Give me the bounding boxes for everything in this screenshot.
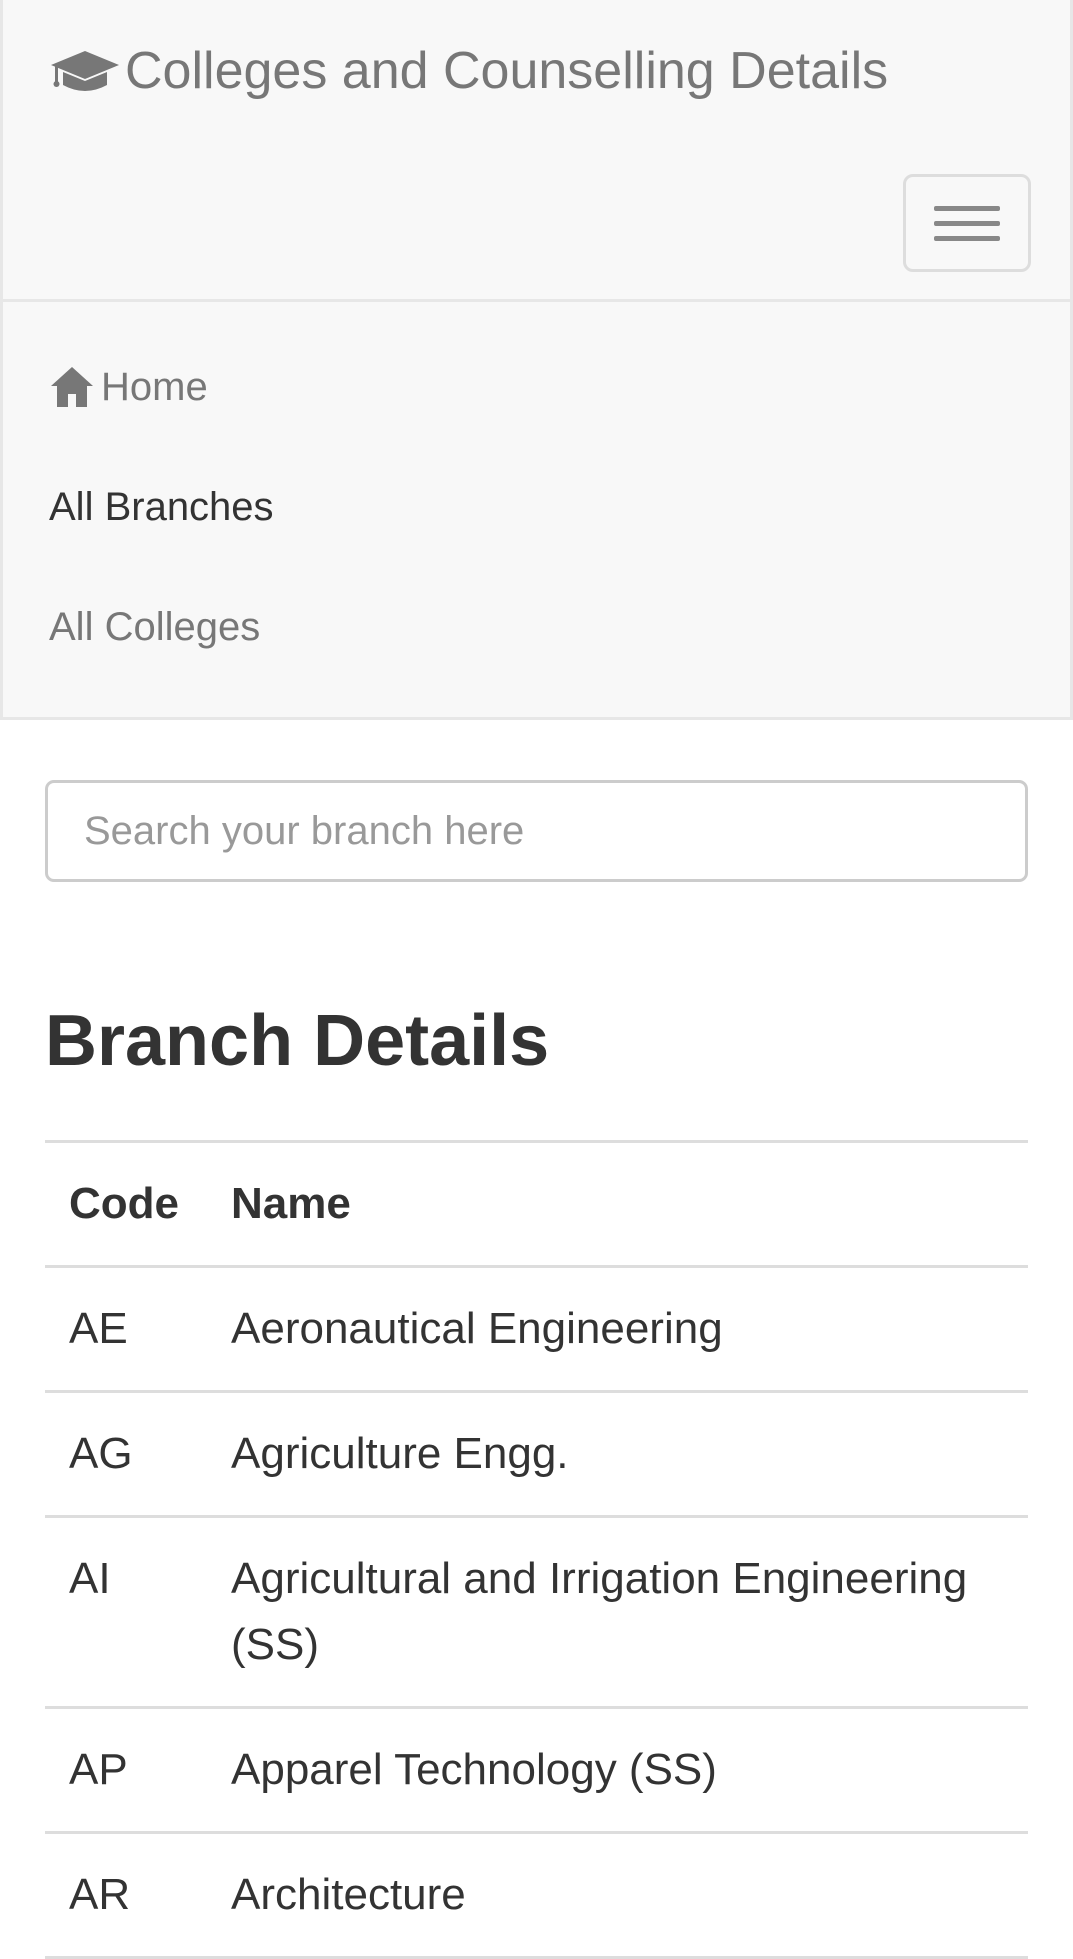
branch-name: Agriculture Engg. [207, 1391, 1028, 1518]
branch-table: Code Name AE Aeronautical Engineering AG… [45, 1140, 1028, 1959]
search-wrapper [45, 720, 1028, 882]
hamburger-icon-bar [934, 220, 1000, 226]
nav-item-all-colleges[interactable]: All Colleges [3, 567, 1070, 687]
branch-code: AG [45, 1391, 207, 1518]
table-row: AE Aeronautical Engineering [45, 1266, 1028, 1393]
branch-code: AE [45, 1266, 207, 1393]
nav-item-home-label: Home [101, 364, 208, 409]
branch-name: Apparel Technology (SS) [207, 1707, 1028, 1834]
table-header-row: Code Name [45, 1141, 1028, 1268]
main-container: Branch Details Code Name AE Aeronautical… [0, 720, 1073, 1959]
branch-name: Aeronautical Engineering [207, 1266, 1028, 1393]
graduation-cap-icon [49, 43, 121, 99]
menu-toggle-button[interactable] [903, 174, 1031, 272]
nav-item-all-colleges-label: All Colleges [49, 604, 261, 649]
branch-code: AR [45, 1832, 207, 1959]
brand-title: Colleges and Counselling Details [125, 42, 889, 100]
table-row: AI Agricultural and Irrigation Engineeri… [45, 1516, 1028, 1709]
nav-item-home[interactable]: Home [3, 327, 1070, 447]
branch-search-input[interactable] [45, 780, 1028, 882]
branch-name: Agricultural and Irrigation Engineering … [207, 1516, 1028, 1709]
branch-name: Architecture [207, 1832, 1028, 1959]
table-row: AG Agriculture Engg. [45, 1391, 1028, 1518]
nav-item-all-branches[interactable]: All Branches [3, 447, 1070, 567]
hamburger-icon [934, 205, 1000, 211]
navbar-brand[interactable]: Colleges and Counselling Details [49, 38, 888, 104]
home-icon [49, 364, 95, 410]
column-header-name: Name [207, 1141, 1028, 1268]
column-header-code: Code [45, 1141, 207, 1268]
navbar: Colleges and Counselling Details Home Al… [0, 0, 1073, 720]
nav-menu: Home All Branches All Colleges [3, 302, 1070, 717]
branch-code: AP [45, 1707, 207, 1834]
page-title: Branch Details [45, 1001, 550, 1081]
hamburger-icon-bar [934, 235, 1000, 241]
table-row: AP Apparel Technology (SS) [45, 1707, 1028, 1834]
table-row: AR Architecture [45, 1832, 1028, 1959]
nav-item-all-branches-label: All Branches [49, 484, 274, 529]
branch-code: AI [45, 1516, 207, 1709]
navbar-header: Colleges and Counselling Details [3, 0, 1070, 302]
